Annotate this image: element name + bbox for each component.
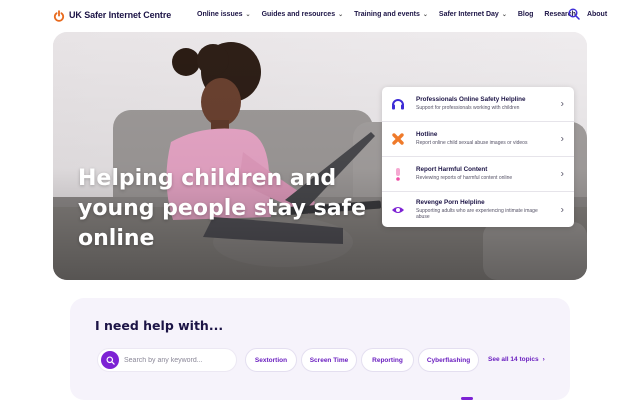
nav-label: Training and events [354, 11, 420, 18]
search-icon [101, 351, 119, 369]
exclamation-icon [390, 166, 406, 182]
chevron-right-icon: › [560, 133, 564, 145]
hero-title: Helping children and young people stay s… [78, 166, 367, 251]
chevron-right-icon: › [542, 356, 545, 363]
chevron-right-icon: › [560, 168, 564, 180]
helpline-desc: Supporting adults who are experiencing i… [416, 207, 538, 221]
search-button[interactable] [562, 6, 586, 26]
see-all-topics-link[interactable]: See all 14 topics › [488, 356, 545, 363]
cross-icon [390, 131, 406, 147]
keyword-search[interactable] [97, 348, 237, 372]
nav-label: Online issues [197, 11, 243, 18]
helpline-report-harmful-content[interactable]: Report Harmful Content Reviewing reports… [382, 157, 574, 192]
helpline-title: Report Harmful Content [416, 166, 488, 174]
nav-about[interactable]: About [587, 11, 607, 18]
logo-text: UK Safer Internet Centre [69, 10, 172, 20]
helpline-title: Professionals Online Safety Helpline [416, 96, 526, 104]
site-logo[interactable]: UK Safer Internet Centre [53, 9, 172, 22]
chevron-down-icon: ⌄ [338, 12, 344, 18]
site-header: UK Safer Internet Centre Online issues ⌄… [0, 0, 640, 32]
nav-safer-internet-day[interactable]: Safer Internet Day ⌄ [439, 11, 507, 18]
nav-label: About [586, 11, 608, 18]
chevron-down-icon: ⌄ [422, 12, 428, 18]
helpline-desc: Reviewing reports of harmful content onl… [416, 175, 513, 182]
help-panel: I need help with... Sextortion Screen Ti… [70, 298, 570, 400]
chevron-down-icon: ⌄ [245, 12, 251, 18]
helpline-title: Hotline [416, 131, 438, 139]
keyword-search-input[interactable] [124, 356, 232, 364]
helpline-hotline[interactable]: Hotline Report online child sexual abuse… [382, 122, 574, 157]
helpline-professionals[interactable]: Professionals Online Safety Helpline Sup… [382, 87, 574, 122]
nav-label: Safer Internet Day [438, 11, 499, 18]
power-icon [53, 9, 65, 22]
helpline-desc: Support for professionals working with c… [416, 105, 520, 112]
topic-cyberflashing[interactable]: Cyberflashing [418, 348, 479, 372]
chevron-right-icon: › [560, 204, 564, 215]
nav-blog[interactable]: Blog [518, 11, 534, 18]
nav-online-issues[interactable]: Online issues ⌄ [197, 11, 251, 18]
nav-training-and-events[interactable]: Training and events ⌄ [354, 11, 428, 18]
nav-label: Guides and resources [261, 11, 336, 18]
help-title: I need help with... [95, 318, 224, 333]
topic-reporting[interactable]: Reporting [361, 348, 414, 372]
chevron-down-icon: ⌄ [501, 12, 507, 18]
helpline-title: Revenge Porn Helpline [416, 198, 485, 206]
topic-screen-time[interactable]: Screen Time [301, 348, 357, 372]
nav-label: Blog [517, 11, 534, 18]
eye-icon [390, 202, 406, 218]
see-all-label: See all 14 topics [488, 356, 539, 363]
headset-icon [390, 96, 406, 112]
search-icon [568, 7, 580, 25]
helpline-desc: Report online child sexual abuse images … [416, 140, 528, 147]
topic-sextortion[interactable]: Sextortion [245, 348, 297, 372]
helpline-revenge-porn[interactable]: Revenge Porn Helpline Supporting adults … [382, 192, 574, 227]
main-nav: Online issues ⌄ Guides and resources ⌄ T… [197, 11, 607, 18]
chevron-right-icon: › [560, 98, 564, 110]
helplines-card: Professionals Online Safety Helpline Sup… [382, 87, 574, 227]
nav-guides-and-resources[interactable]: Guides and resources ⌄ [262, 11, 344, 18]
